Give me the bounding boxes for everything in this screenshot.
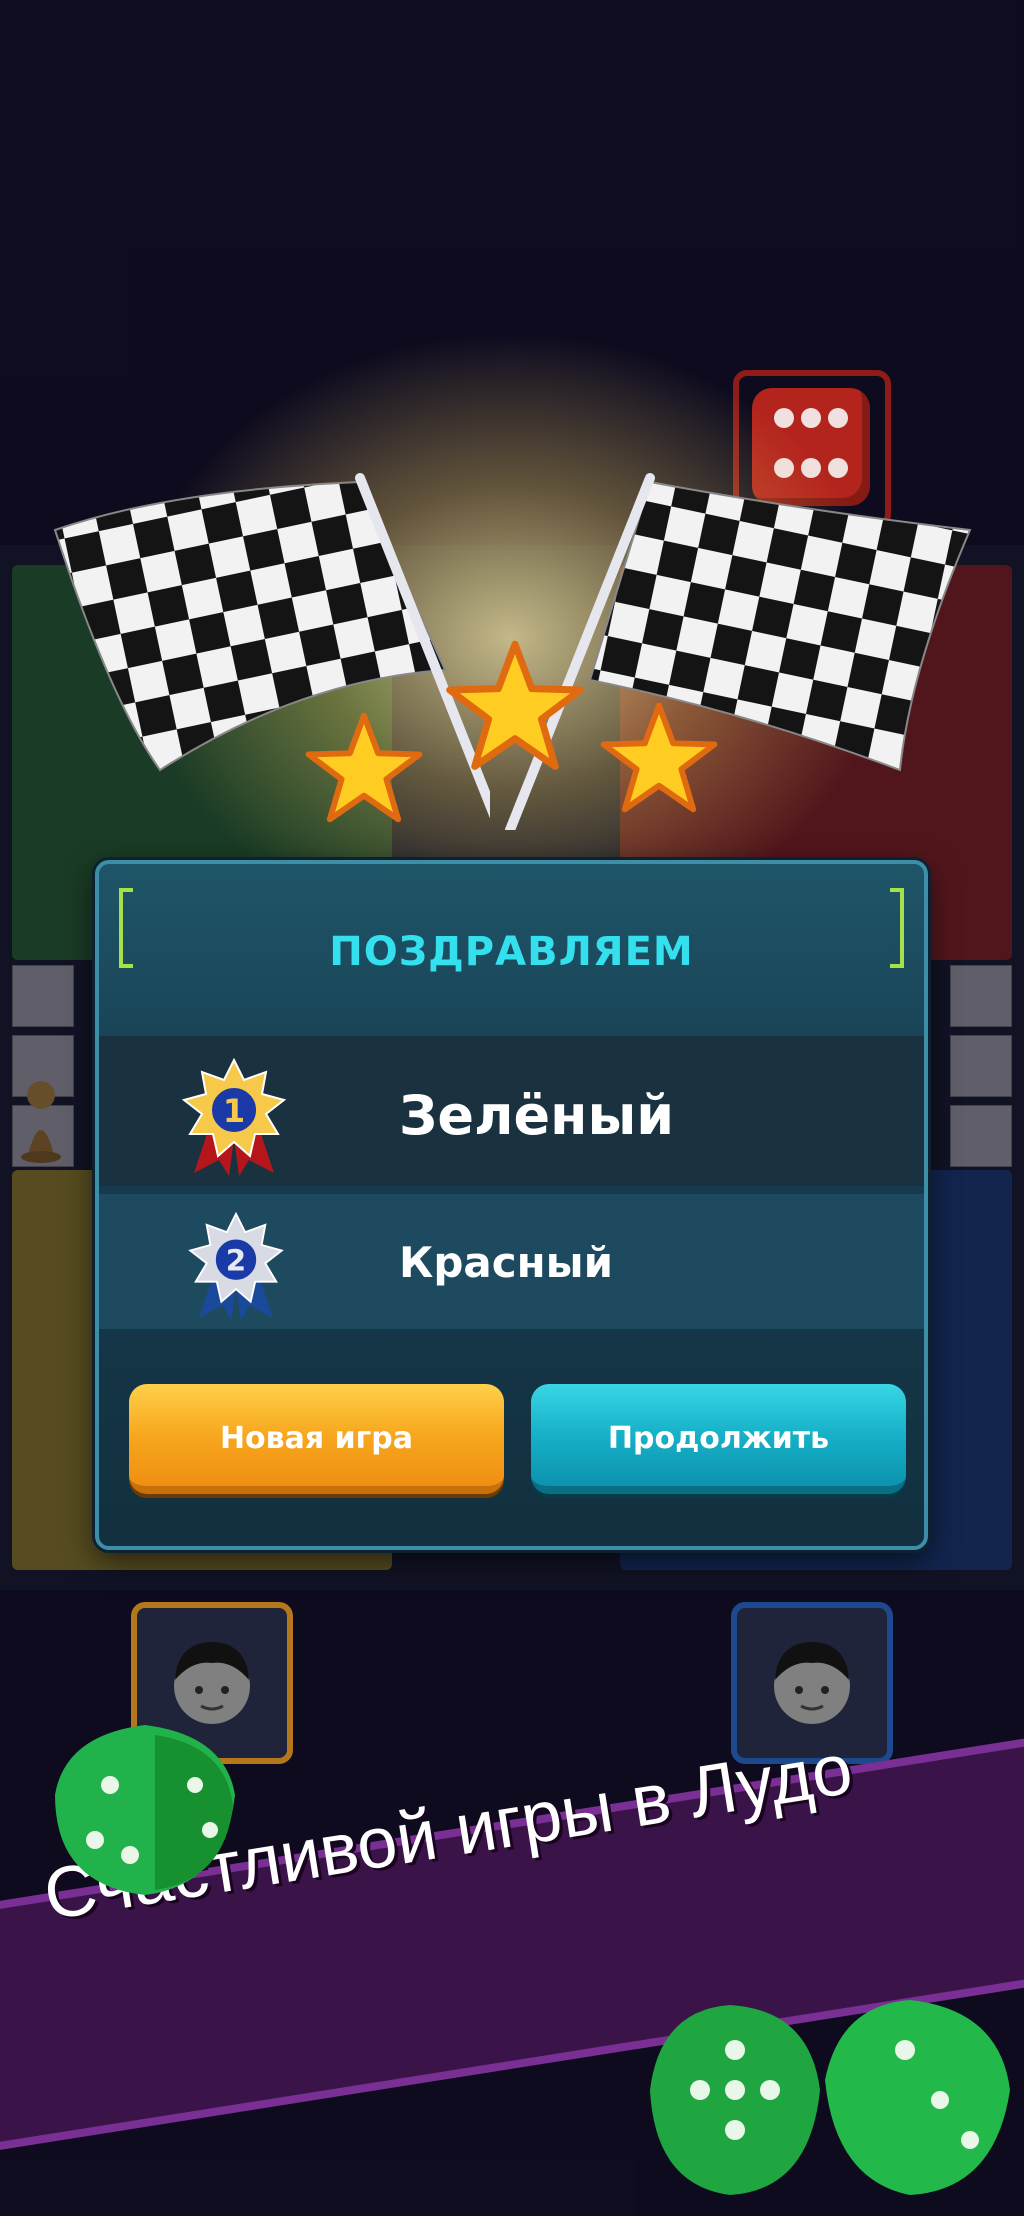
runner-up-name: Красный — [399, 1238, 614, 1287]
star-icon — [600, 702, 718, 813]
medal-icon: 2 — [188, 1212, 284, 1321]
winner-name: Зелёный — [399, 1084, 675, 1147]
new-game-button[interactable]: Новая игра — [129, 1384, 504, 1494]
medal-place-1: 1 — [223, 1092, 245, 1130]
continue-button[interactable]: Продолжить — [531, 1384, 906, 1494]
dice-icon — [650, 2000, 1010, 2195]
star-icon — [305, 712, 423, 823]
medal-place-2: 2 — [226, 1244, 246, 1278]
result-row-1: 1 Зелёный — [99, 1036, 924, 1186]
medal-icon: 1 — [181, 1058, 287, 1176]
dialog-title: ПОЗДРАВЛЯЕМ — [329, 929, 694, 975]
dice-icon — [55, 1725, 235, 1895]
results-dialog: ПОЗДРАВЛЯЕМ 1 Зелёный 2 Красный Новая иг… — [95, 860, 928, 1550]
star-icon — [446, 640, 584, 770]
result-row-2: 2 Красный — [99, 1194, 924, 1329]
dialog-header: ПОЗДРАВЛЯЕМ — [99, 864, 924, 1034]
checkered-flag-icon — [53, 473, 490, 819]
